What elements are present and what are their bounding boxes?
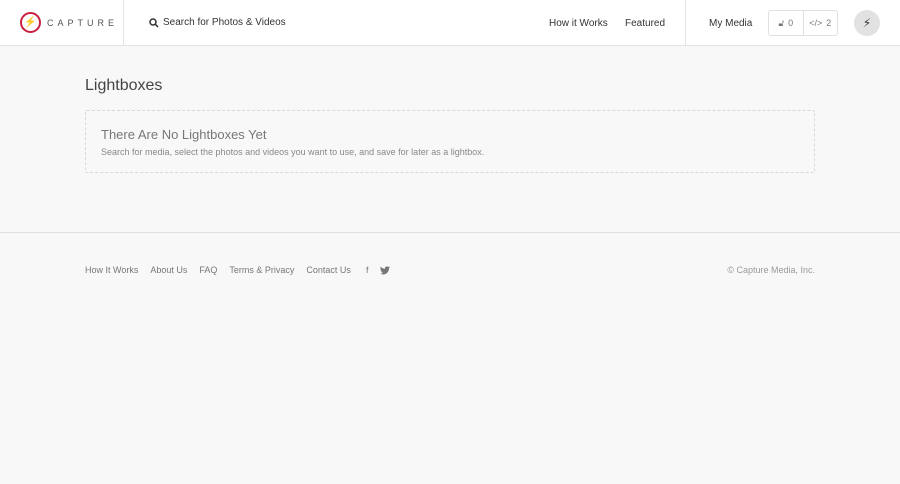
top-header: ⚡ CAPTURE Search for Photos & Videos How… [0, 0, 900, 46]
empty-state: There Are No Lightboxes Yet Search for m… [85, 110, 815, 173]
footer-contact[interactable]: Contact Us [306, 265, 351, 275]
search-button[interactable]: Search for Photos & Videos [149, 17, 286, 28]
lightbox-count: 0 [788, 18, 794, 28]
bolt-icon: ⚡︎ [862, 16, 872, 30]
footer-how-it-works[interactable]: How It Works [85, 265, 138, 275]
code-icon: </> [809, 18, 823, 28]
search-label: Search for Photos & Videos [163, 17, 286, 28]
empty-text: Search for media, select the photos and … [101, 147, 485, 157]
embed-count: 2 [826, 18, 832, 28]
empty-title: There Are No Lightboxes Yet [101, 127, 267, 142]
page-title: Lightboxes [85, 77, 163, 94]
nav-my-media[interactable]: My Media [709, 18, 752, 29]
divider [685, 0, 686, 46]
nav-how-it-works[interactable]: How it Works [549, 18, 608, 29]
footer-divider [0, 232, 900, 233]
twitter-icon[interactable] [380, 266, 391, 275]
facebook-icon[interactable]: f [366, 265, 369, 275]
embed-count-button[interactable]: </> 2 [802, 11, 838, 35]
account-bolt-button[interactable]: ⚡︎ [854, 10, 880, 36]
lightbox-count-button[interactable]: 🔓︎ 0 [769, 11, 803, 35]
footer-terms[interactable]: Terms & Privacy [229, 265, 294, 275]
bolt-logo-icon: ⚡ [20, 12, 41, 33]
footer-faq[interactable]: FAQ [199, 265, 217, 275]
copyright: © Capture Media, Inc. [727, 265, 815, 275]
divider [123, 0, 124, 46]
footer-about-us[interactable]: About Us [150, 265, 187, 275]
nav-featured[interactable]: Featured [625, 18, 665, 29]
media-counts: 🔓︎ 0 </> 2 [768, 10, 838, 36]
brand-name: CAPTURE [47, 17, 119, 28]
search-icon [149, 17, 159, 28]
lock-icon: 🔓︎ [778, 17, 785, 28]
footer-links: How It Works About Us FAQ Terms & Privac… [85, 265, 391, 275]
logo[interactable]: ⚡ CAPTURE [20, 12, 118, 33]
